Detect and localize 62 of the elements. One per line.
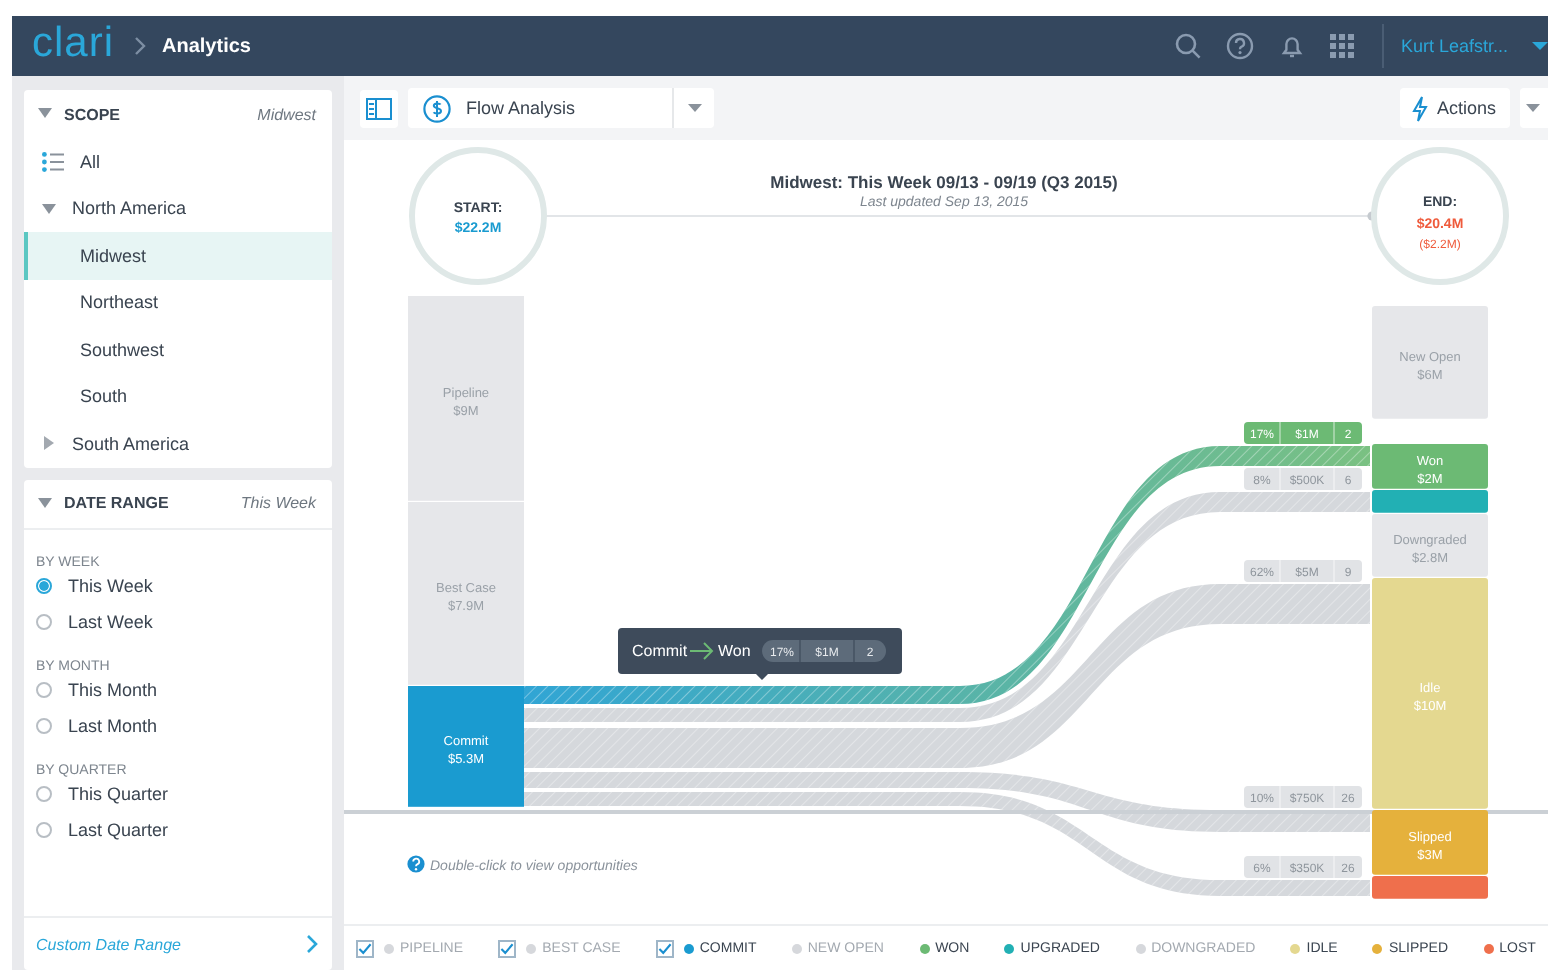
actions-button[interactable]: Actions — [1400, 88, 1510, 128]
chart-title: Midwest: This Week 09/13 - 09/19 (Q3 2015) — [770, 172, 1118, 192]
collapse-icon[interactable] — [38, 497, 52, 509]
search-icon[interactable] — [1174, 32, 1203, 60]
radio-option[interactable]: Last Quarter — [36, 812, 320, 847]
caret-icon[interactable] — [1532, 40, 1548, 52]
user-menu[interactable]: Kurt Leafstr... — [1400, 36, 1508, 56]
caret-icon — [688, 103, 702, 113]
end-circle — [1371, 147, 1509, 285]
outcome-bar[interactable] — [1372, 514, 1488, 577]
tree-item[interactable]: Southwest — [24, 326, 332, 373]
tree-item[interactable]: South America — [24, 420, 332, 467]
radio-button[interactable] — [36, 717, 52, 734]
collapsed-caret-icon[interactable] — [42, 436, 56, 451]
tree-item[interactable]: South — [24, 373, 332, 420]
tooltip-stats-pill — [762, 639, 886, 663]
tree-item[interactable]: All — [24, 138, 332, 185]
help-icon[interactable] — [1226, 32, 1255, 60]
arrow-icon — [689, 642, 714, 660]
list-icon — [42, 151, 64, 172]
outcome-bar[interactable] — [1372, 306, 1488, 419]
lightning-icon — [1412, 95, 1429, 121]
page-title: Analytics — [162, 35, 251, 57]
radio-option[interactable]: This Quarter — [36, 777, 320, 812]
radio-button[interactable] — [36, 786, 52, 803]
tree-item[interactable]: Northeast — [24, 279, 332, 326]
radio-option[interactable]: Last Week — [36, 604, 320, 639]
panel-icon — [366, 97, 392, 119]
collapse-icon[interactable] — [38, 108, 52, 120]
chevron-icon — [306, 934, 318, 954]
source-bar[interactable] — [408, 686, 524, 807]
panel-value: Midwest — [257, 105, 316, 123]
outcome-bar[interactable] — [1372, 876, 1488, 899]
view-dropdown[interactable]: Flow Analysis — [408, 88, 714, 128]
tree-item[interactable]: Midwest — [24, 232, 332, 279]
radio-button[interactable] — [36, 682, 52, 699]
checkbox[interactable] — [356, 939, 374, 957]
radio-button[interactable] — [36, 613, 52, 630]
chevron-icon — [134, 36, 147, 56]
outcome-bar[interactable] — [1372, 444, 1488, 489]
panel-title: DATE RANGE — [64, 494, 169, 512]
tree-item[interactable]: North America — [24, 185, 332, 232]
checkbox[interactable] — [655, 939, 674, 957]
grid-icon[interactable] — [1330, 34, 1355, 58]
caret-icon — [1526, 103, 1540, 113]
radio-option[interactable]: This Week — [36, 569, 320, 604]
radio-option[interactable]: This Month — [36, 673, 320, 708]
help-icon — [407, 855, 425, 873]
outcome-bar[interactable] — [1372, 490, 1488, 513]
tooltip-from: Commit — [632, 642, 688, 660]
expanded-caret-icon[interactable] — [42, 201, 56, 216]
checkbox[interactable] — [498, 939, 517, 957]
tooltip-to: Won — [718, 642, 751, 660]
outcome-bar[interactable] — [1372, 810, 1488, 875]
radio-button[interactable] — [36, 821, 52, 838]
radio-button[interactable] — [36, 578, 52, 595]
panel-value: This Week — [240, 494, 316, 512]
more-button[interactable] — [1520, 88, 1548, 128]
panel-title: SCOPE — [64, 105, 121, 123]
radio-option[interactable]: Last Month — [36, 708, 320, 743]
bell-icon[interactable] — [1278, 32, 1307, 60]
sidebar-toggle-button[interactable] — [360, 89, 398, 127]
